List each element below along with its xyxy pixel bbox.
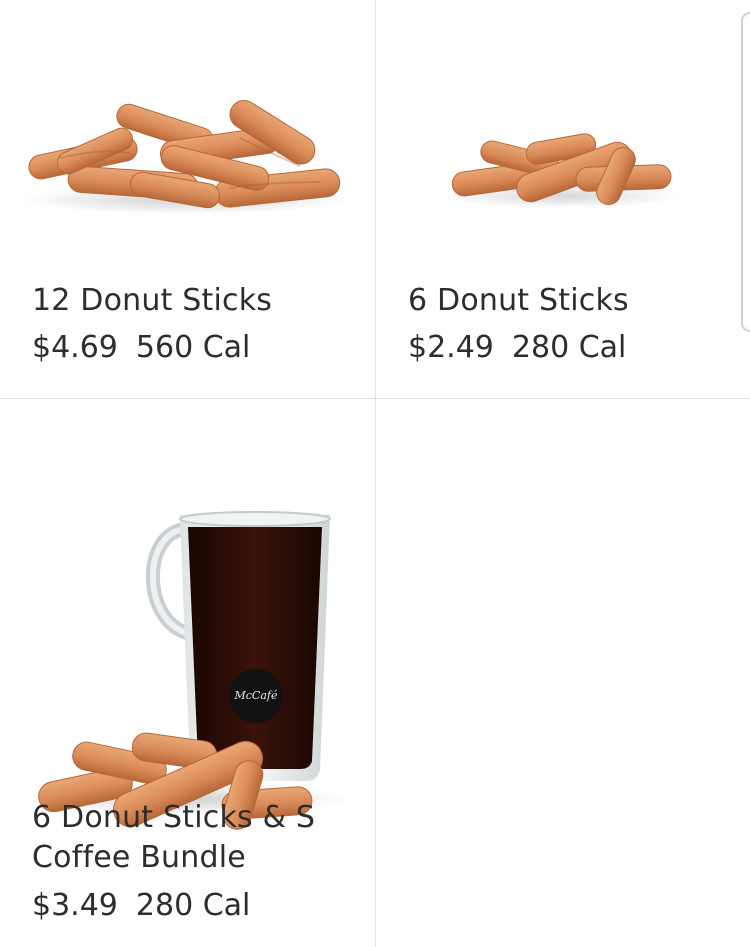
donut-sticks-12-image: [20, 100, 350, 214]
donut-sticks-6-image: [441, 133, 681, 208]
donut-sticks-coffee-bundle-image: McCafé: [30, 511, 350, 830]
item-price-calories: $2.49 280 Cal: [408, 328, 626, 368]
item-calories: 280 Cal: [135, 888, 251, 923]
menu-grid: 12 Donut Sticks $4.69 560 Cal 6 Donut St…: [0, 0, 750, 947]
item-name: 6 Donut Sticks & S Coffee Bundle: [32, 800, 316, 875]
menu-item-card-6-donut-sticks[interactable]: 6 Donut Sticks $2.49 280 Cal: [376, 0, 750, 398]
menu-item-card-donut-coffee-bundle[interactable]: McCafé 6 Donut Sticks & S Coffee Bundle …: [0, 399, 375, 947]
item-price: $3.49: [32, 888, 118, 923]
item-name: 12 Donut Sticks: [32, 283, 273, 318]
item-price-calories: $4.69 560 Cal: [32, 328, 250, 368]
mccafe-logo: McCafé: [234, 689, 278, 702]
item-name: 6 Donut Sticks: [408, 283, 629, 318]
item-price: $2.49: [408, 330, 494, 365]
item-price-calories: $3.49 280 Cal: [32, 886, 250, 926]
item-price: $4.69: [32, 330, 118, 365]
scroll-indicator[interactable]: [741, 12, 750, 332]
menu-item-card-12-donut-sticks[interactable]: 12 Donut Sticks $4.69 560 Cal: [0, 0, 375, 398]
item-calories: 280 Cal: [511, 330, 627, 365]
item-calories: 560 Cal: [135, 330, 251, 365]
